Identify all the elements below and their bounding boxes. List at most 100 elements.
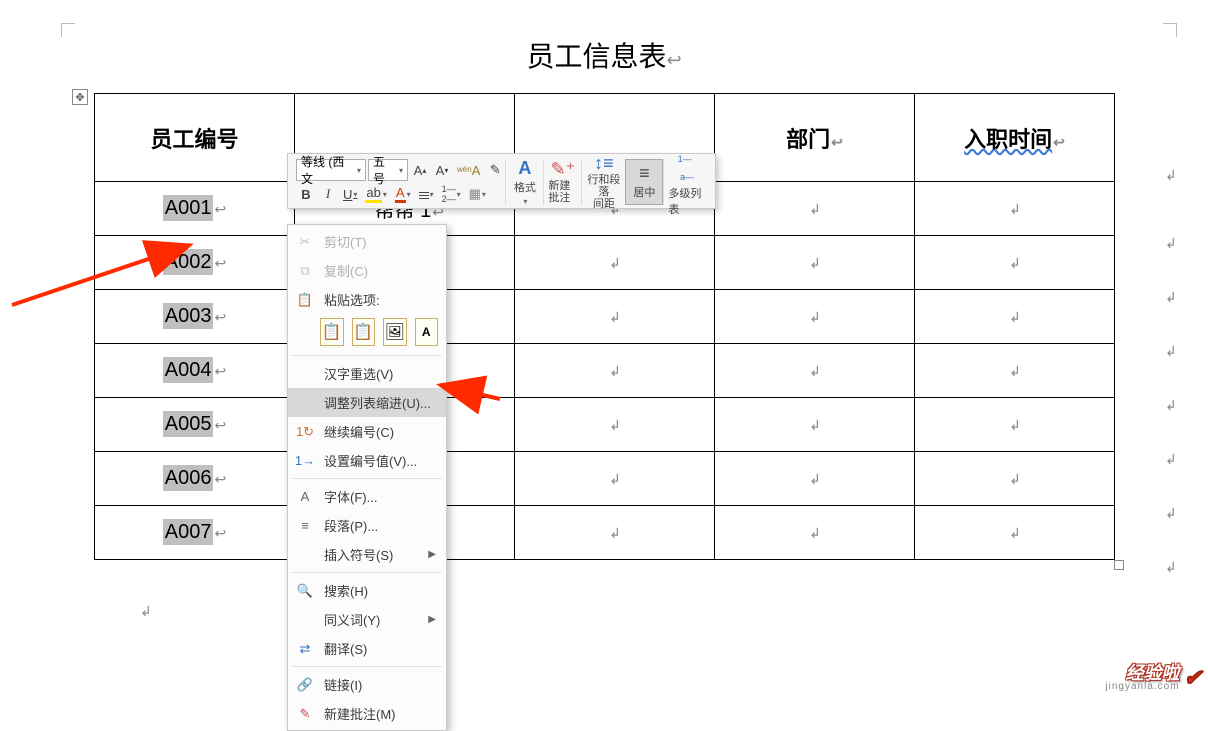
menu-synonym-label: 同义词(Y) (324, 610, 380, 629)
cell-date[interactable]: ↲ (515, 344, 715, 398)
check-icon: ✔ (1184, 665, 1202, 691)
mini-toolbar: 等线 (西文▾ 五号▾ A▴ A▾ wénA ✎ B I U▾ ab▾ A▾ ▾… (287, 153, 716, 209)
cell-entry[interactable]: ↲ (915, 236, 1115, 290)
font-color-button[interactable]: A▾ (392, 183, 414, 205)
header-id[interactable]: 员工编号 (95, 94, 295, 182)
row-end-mark: ↲ (1165, 559, 1177, 576)
paste-merge-button[interactable]: 📋 (352, 318, 376, 346)
menu-set-number-value[interactable]: 1→设置编号值(V)... (288, 446, 446, 475)
cell-id-text: A005 (163, 411, 214, 437)
styles-label: 格式 (514, 179, 536, 195)
cell-dept[interactable]: ↲ (715, 236, 915, 290)
cell-id[interactable]: A002↩ (95, 236, 295, 290)
cell-date[interactable]: ↲ (515, 506, 715, 560)
cell-dept[interactable]: ↲ (715, 344, 915, 398)
cell-date[interactable]: ↲ (515, 398, 715, 452)
menu-search-label: 搜索(H) (324, 581, 368, 600)
menu-font[interactable]: A字体(F)... (288, 482, 446, 511)
cell-date[interactable]: ↲ (515, 290, 715, 344)
paste-keep-source-button[interactable]: 📋 (320, 318, 344, 346)
font-size-value: 五号 (373, 153, 394, 187)
shrink-font-button[interactable]: A▾ (432, 159, 452, 181)
row-end-mark: ↲ (1165, 397, 1177, 414)
center-align-button[interactable]: ≡ 居中 (625, 159, 663, 205)
paste-text-only-button[interactable]: A (415, 318, 439, 346)
bold-button[interactable]: B (296, 183, 316, 205)
cell-id-text: A001 (163, 195, 214, 221)
cell-entry[interactable]: ↲ (915, 506, 1115, 560)
font-size-select[interactable]: 五号▾ (368, 159, 408, 181)
paragraph-mark: ↲ (1009, 201, 1021, 217)
menu-hanzi-reselect[interactable]: 汉字重选(V) (288, 359, 446, 388)
menu-continue-numbering[interactable]: 1↻继续编号(C) (288, 417, 446, 446)
underline-button[interactable]: U▾ (340, 183, 360, 205)
menu-copy[interactable]: ⧉复制(C) (288, 256, 446, 285)
cell-entry[interactable]: ↲ (915, 452, 1115, 506)
styles-button[interactable]: A 格式 ▾ (505, 159, 543, 205)
table-body: A001↩ 帮帮 1↩ ↲ ↲ ↲ A002↩ 帮帮 2↩ ↲ ↲ ↲ A003… (95, 182, 1115, 560)
multilevel-list-button[interactable]: 1— a— 多级列表 (663, 159, 707, 205)
watermark: 经验啦 jingyanla.com ✔ (1105, 664, 1202, 692)
grow-font-button[interactable]: A▴ (410, 159, 430, 181)
cell-dept[interactable]: ↲ (715, 182, 915, 236)
line-spacing-button[interactable]: ↕≡ 行和段落间距 (581, 159, 625, 205)
header-entry[interactable]: 入职时间↩ (915, 94, 1115, 182)
header-id-text: 员工编号 (150, 127, 238, 152)
menu-translate[interactable]: ⇄翻译(S) (288, 634, 446, 663)
menu-synonym[interactable]: 同义词(Y)▶ (288, 605, 446, 634)
menu-new-comment[interactable]: ✎新建批注(M) (288, 699, 446, 728)
header-entry-text: 入职时间 (964, 127, 1052, 152)
table-move-handle[interactable]: ✥ (72, 89, 88, 105)
shading-button[interactable]: ▦▾ (466, 183, 489, 205)
menu-continue-label: 继续编号(C) (324, 422, 394, 441)
cell-id[interactable]: A007↩ (95, 506, 295, 560)
cell-id[interactable]: A006↩ (95, 452, 295, 506)
menu-paste-label: 粘贴选项: (324, 290, 380, 309)
paste-picture-button[interactable]: 🖼 (383, 318, 407, 346)
new-comment-button[interactable]: ✎⁺ 新建批注 (543, 159, 581, 205)
cell-id[interactable]: A004↩ (95, 344, 295, 398)
watermark-url: jingyanla.com (1105, 682, 1179, 692)
menu-cut[interactable]: ✂剪切(T) (288, 227, 446, 256)
cell-entry[interactable]: ↲ (915, 344, 1115, 398)
numbering-button[interactable]: 1—2—▾ (439, 183, 464, 205)
cell-id[interactable]: A003↩ (95, 290, 295, 344)
cell-id[interactable]: A001↩ (95, 182, 295, 236)
menu-copy-label: 复制(C) (324, 261, 368, 280)
page-title-text: 员工信息表 (526, 41, 666, 72)
cell-entry[interactable]: ↲ (915, 398, 1115, 452)
menu-separator (292, 478, 442, 479)
paragraph-mark: ↲ (809, 201, 821, 217)
phonetic-guide-button[interactable]: wénA (454, 159, 483, 181)
bullets-button[interactable]: ▾ (416, 183, 437, 205)
cell-dept[interactable]: ↲ (715, 290, 915, 344)
menu-adjust-list-indent[interactable]: 调整列表缩进(U)... (288, 388, 446, 417)
italic-button[interactable]: I (318, 183, 338, 205)
menu-setvalue-label: 设置编号值(V)... (324, 451, 417, 470)
menu-insert-symbol[interactable]: 插入符号(S)▶ (288, 540, 446, 569)
multilist-icon: 1— a— (678, 147, 695, 183)
table-resize-handle[interactable] (1114, 560, 1124, 570)
font-name-select[interactable]: 等线 (西文▾ (296, 159, 366, 181)
cell-dept[interactable]: ↲ (715, 452, 915, 506)
menu-adjust-indent-label: 调整列表缩进(U)... (324, 393, 431, 412)
format-painter-button[interactable]: ✎ (485, 159, 505, 181)
cell-dept[interactable]: ↲ (715, 398, 915, 452)
cell-date[interactable]: ↲ (515, 236, 715, 290)
cell-dept[interactable]: ↲ (715, 506, 915, 560)
menu-search[interactable]: 🔍搜索(H) (288, 576, 446, 605)
header-dept[interactable]: 部门↩ (715, 94, 915, 182)
cell-id-text: A006 (163, 465, 214, 491)
menu-link[interactable]: 🔗链接(I) (288, 670, 446, 699)
menu-paragraph[interactable]: ≡段落(P)... (288, 511, 446, 540)
cell-entry[interactable]: ↲ (915, 290, 1115, 344)
row-end-mark: ↲ (1165, 289, 1177, 306)
highlight-button[interactable]: ab▾ (362, 183, 389, 205)
cell-id-text: A004 (163, 357, 214, 383)
cell-id-text: A007 (163, 519, 214, 545)
cell-entry[interactable]: ↲ (915, 182, 1115, 236)
table-row: A002↩ 帮帮 2↩ ↲ ↲ ↲ (95, 236, 1115, 290)
spacing-icon: ↕≡ (594, 154, 614, 172)
cell-id[interactable]: A005↩ (95, 398, 295, 452)
cell-date[interactable]: ↲ (515, 452, 715, 506)
